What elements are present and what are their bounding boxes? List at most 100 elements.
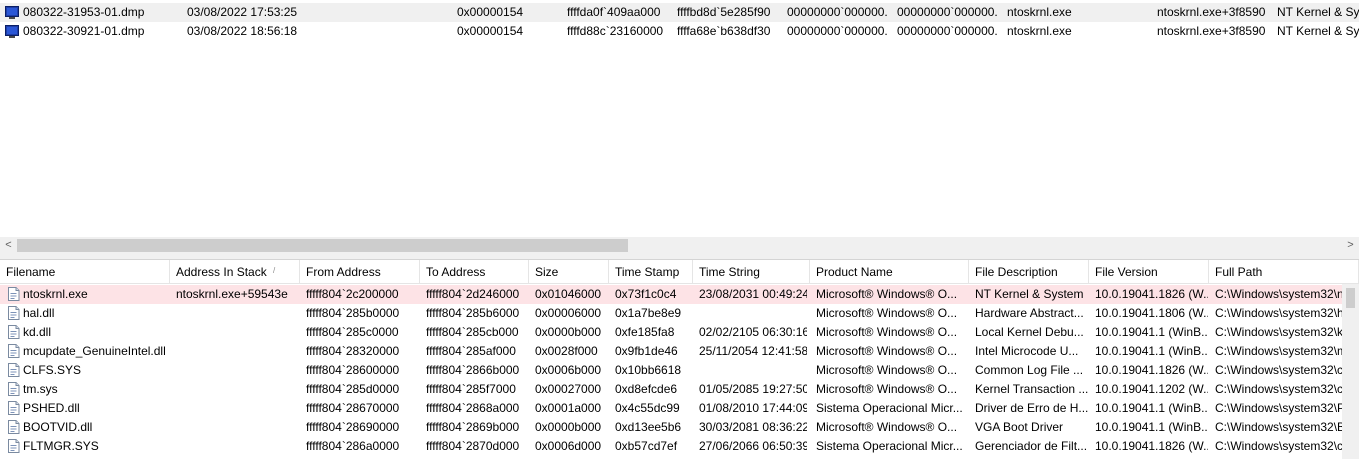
module-cell: 01/05/2085 19:27:50 [699,382,807,396]
crash-dump-list[interactable]: 080322-31953-01.dmp 03/08/2022 17:53:25 0x… [0,0,1359,237]
column-header[interactable]: Filename [0,260,170,284]
module-cell: 01/08/2010 17:44:09 [699,401,807,415]
column-header[interactable]: File Description [969,260,1089,284]
module-cell: fffff804`2866b000 [426,363,520,377]
crash-dump-cell: 0x00000154 [457,24,524,38]
crash-dump-cell: 00000000`000000... [787,24,887,38]
module-cell: fffff804`28690000 [306,420,400,434]
crash-dump-cell: 0x00000154 [457,5,524,19]
crash-dump-cell: 00000000`000000... [897,24,997,38]
module-cell: fffff804`28670000 [306,401,400,415]
module-cell: Microsoft® Windows® O... [816,325,958,339]
module-cell: fffff804`285af000 [426,344,516,358]
column-header[interactable]: Product Name [810,260,969,284]
module-cell: fffff804`28320000 [306,344,400,358]
module-row[interactable]: mcupdate_GenuineIntel.dll fffff804`283200… [0,342,1343,361]
module-cell: Driver de Erro de H... [975,401,1088,415]
column-header[interactable]: Time Stamp [609,260,693,284]
column-header[interactable]: From Address [300,260,420,284]
module-cell: 10.0.19041.1202 (W... [1095,382,1208,396]
module-cell: 23/08/2031 00:49:24 [699,287,807,301]
column-header[interactable]: File Version [1089,260,1209,284]
module-cell [699,361,807,380]
modules-list[interactable]: Filename Address In Stack From Address To A… [0,260,1359,459]
module-cell: fffff804`285b6000 [426,306,520,320]
module-cell: fffff804`2d246000 [426,287,520,301]
module-cell: 0x00006000 [535,306,602,320]
column-header[interactable]: To Address [420,260,529,284]
crash-dump-cell: 03/08/2022 18:56:18 [187,24,298,38]
module-cell: fffff804`28600000 [306,363,400,377]
module-row[interactable]: tm.sys fffff804`285d0000 fffff804`285f7000… [0,380,1343,399]
module-file-icon [7,344,20,361]
crash-dump-cell: ntoskrnl.exe+3f8590 [1157,24,1266,38]
vertical-scrollbar-thumb[interactable] [1346,288,1355,308]
modules-vertical-scrollbar[interactable] [1342,284,1359,459]
module-cell: 10.0.19041.1 (WinB... [1095,325,1208,339]
module-row[interactable]: CLFS.SYS fffff804`28600000 fffff804`2866b0… [0,361,1343,380]
module-cell: fffff804`285f7000 [426,382,516,396]
module-cell: Microsoft® Windows® O... [816,344,958,358]
module-cell: Microsoft® Windows® O... [816,420,958,434]
column-header[interactable]: Full Path [1209,260,1359,284]
crash-dump-row[interactable]: 080322-31953-01.dmp 03/08/2022 17:53:25 0x… [0,3,1359,22]
module-cell: C:\Windows\system32\c [1215,439,1343,453]
crash-dump-cell: ffffda0f`409aa000 [567,5,661,19]
module-file-icon [7,306,20,323]
module-cell: 0x10bb6618 [615,363,682,377]
scroll-left-button[interactable]: < [0,237,17,254]
module-cell: Microsoft® Windows® O... [816,363,958,377]
module-file-icon [7,363,20,380]
module-cell: 27/06/2066 06:50:39 [699,439,807,453]
crash-dump-cell: NT Kernel & Sys [1277,5,1359,19]
module-cell: 10.0.19041.1 (WinB... [1095,420,1208,434]
module-row[interactable]: BOOTVID.dll fffff804`28690000 fffff804`286… [0,418,1343,437]
scroll-right-button[interactable]: > [1342,237,1359,254]
module-file-icon [7,325,20,342]
module-cell: Sistema Operacional Micr... [816,439,963,453]
module-cell: hal.dll [23,306,55,320]
module-cell: C:\Windows\system32\P [1215,401,1343,415]
module-cell: mcupdate_GenuineIntel.dll [23,344,166,358]
column-header[interactable]: Address In Stack [170,260,300,284]
module-cell: Microsoft® Windows® O... [816,306,958,320]
column-header[interactable]: Size [529,260,609,284]
module-row[interactable]: FLTMGR.SYS fffff804`286a0000 fffff804`2870… [0,437,1343,456]
module-row[interactable]: kd.dll fffff804`285c0000 fffff804`285cb000… [0,323,1343,342]
module-cell: Kernel Transaction ... [975,382,1088,396]
module-file-icon [7,287,20,304]
module-row[interactable]: ntoskrnl.exe ntoskrnl.exe+59543e fffff804`… [0,285,1343,304]
module-cell [176,399,296,418]
crash-dump-cell: 080322-30921-01.dmp [23,24,145,38]
module-cell: ntoskrnl.exe [23,287,88,301]
crash-dump-cell: ntoskrnl.exe+3f8590 [1157,5,1266,19]
module-cell: fffff804`2868a000 [426,401,520,415]
crash-dump-cell: ffffbd8d`5e285f90 [677,5,771,19]
module-cell: Local Kernel Debu... [975,325,1084,339]
modules-column-header: Filename Address In Stack From Address To A… [0,260,1359,284]
module-file-icon [7,439,20,456]
module-cell: 0x0000b000 [535,420,602,434]
column-header[interactable]: Time String [693,260,810,284]
module-cell: fffff804`2c200000 [306,287,399,301]
module-cell: fffff804`285b0000 [306,306,400,320]
module-cell: BOOTVID.dll [23,420,93,434]
module-cell: ntoskrnl.exe+59543e [176,287,288,301]
crash-list-horizontal-scrollbar[interactable]: < > [0,237,1359,254]
module-cell: 0x0028f000 [535,344,598,358]
module-row[interactable]: PSHED.dll fffff804`28670000 fffff804`2868a… [0,399,1343,418]
module-cell: C:\Windows\system32\k [1215,325,1343,339]
module-cell: 0xd13ee5b6 [615,420,682,434]
module-file-icon [7,420,20,437]
module-cell: FLTMGR.SYS [23,439,99,453]
module-cell: 10.0.19041.1 (WinB... [1095,344,1208,358]
module-cell: tm.sys [23,382,58,396]
module-row[interactable]: hal.dll fffff804`285b0000 fffff804`285b600… [0,304,1343,323]
module-cell: Gerenciador de Filt... [975,439,1088,453]
module-cell: 10.0.19041.1826 (W... [1095,363,1208,377]
scrollbar-thumb[interactable] [17,239,628,252]
crash-dump-row[interactable]: 080322-30921-01.dmp 03/08/2022 18:56:18 0x… [0,22,1359,41]
module-cell: C:\Windows\system32\m [1215,344,1343,358]
module-cell: C:\Windows\system32\h [1215,306,1343,320]
module-cell: 0xfe185fa8 [615,325,675,339]
